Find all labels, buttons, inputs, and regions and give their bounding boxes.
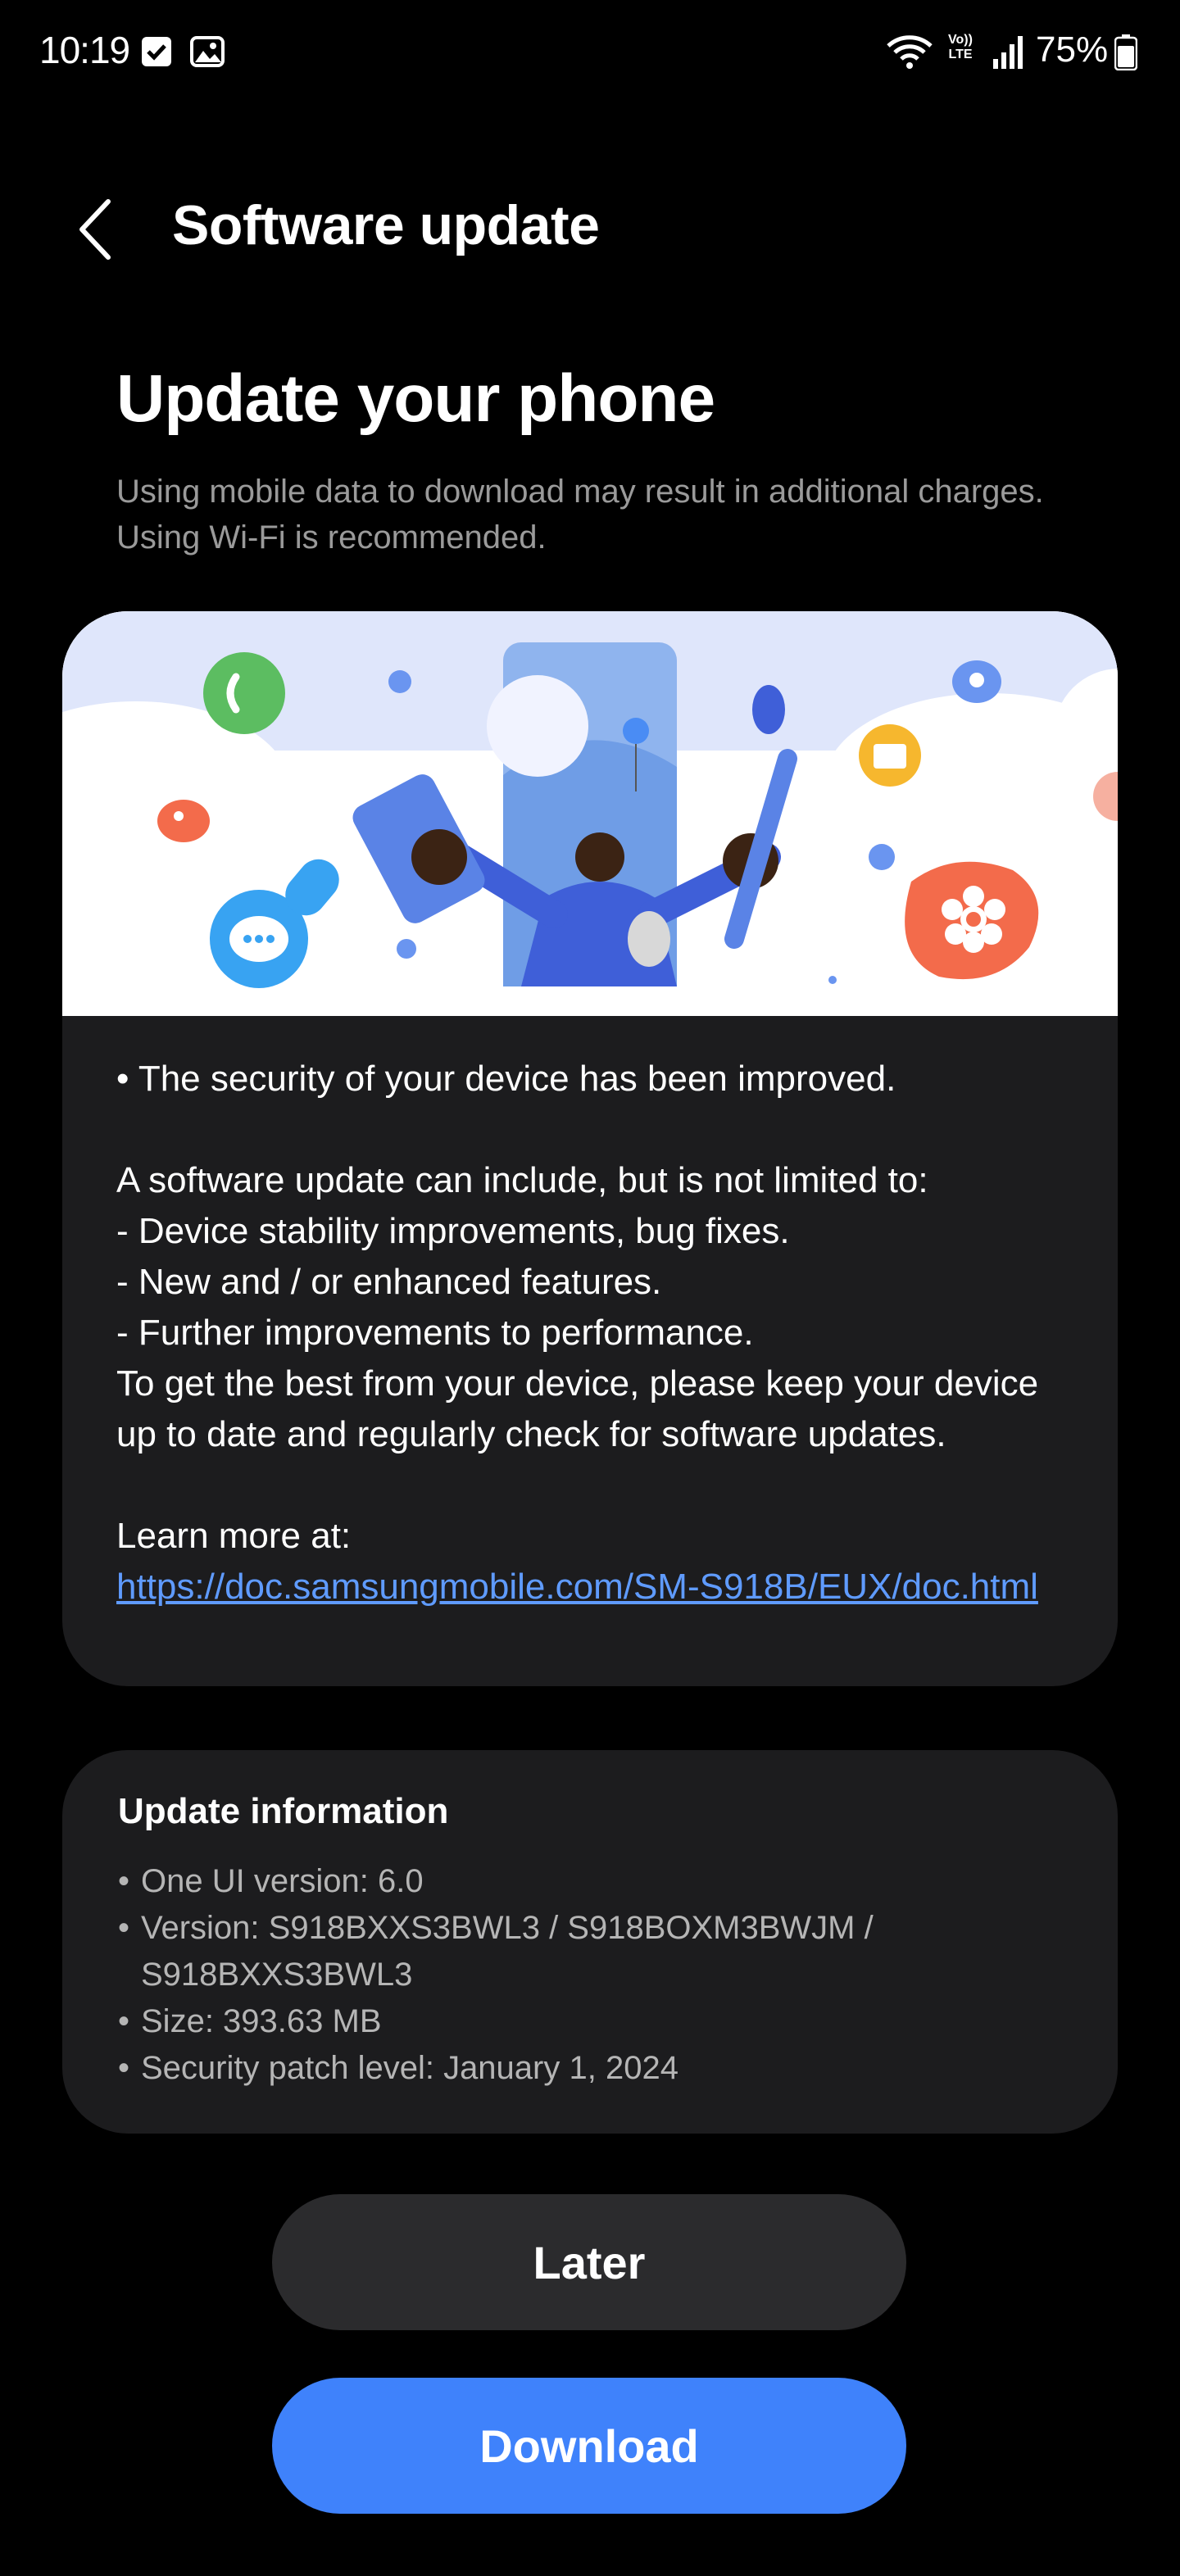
status-time: 10:19: [39, 29, 130, 71]
later-button[interactable]: Later: [272, 2194, 906, 2330]
battery-icon: [1114, 34, 1137, 70]
page-title: Update your phone: [116, 361, 715, 436]
update-information-title: Update information: [118, 1791, 449, 1831]
update-information-list: One UI version: 6.0 Version: S918BXXS3BW…: [118, 1858, 1069, 2092]
volte-icon: Vo)) LTE: [948, 33, 973, 61]
update-information-card: Update information One UI version: 6.0 V…: [62, 1750, 1118, 2134]
gallery-icon: [190, 36, 225, 67]
list-item: One UI version: 6.0: [118, 1858, 1069, 1905]
back-arrow-icon[interactable]: [70, 197, 120, 262]
checklist-icon: [142, 37, 171, 66]
release-notes-text: • The security of your device has been i…: [116, 1059, 1039, 1556]
list-item: Size: 393.63 MB: [118, 1998, 1069, 2045]
update-illustration: [62, 611, 1118, 1016]
mobile-data-note: Using mobile data to download may result…: [116, 474, 1044, 556]
list-item: Version: S918BXXS3BWL3 / S918BOXM3BWJM /…: [118, 1905, 1069, 1998]
list-item: Security patch level: January 1, 2024: [118, 2045, 1069, 2092]
download-button[interactable]: Download: [272, 2378, 906, 2514]
signal-icon: [993, 36, 1023, 69]
wifi-icon: [887, 35, 933, 69]
battery-percentage: 75%: [1036, 29, 1109, 70]
header-title: Software update: [172, 194, 600, 256]
status-bar: 10:19 Vo)) LTE 75%: [0, 0, 1180, 98]
learn-more-link[interactable]: https://doc.samsungmobile.com/SM-S918B/E…: [116, 1562, 1038, 1612]
release-notes-card: • The security of your device has been i…: [62, 611, 1118, 1686]
